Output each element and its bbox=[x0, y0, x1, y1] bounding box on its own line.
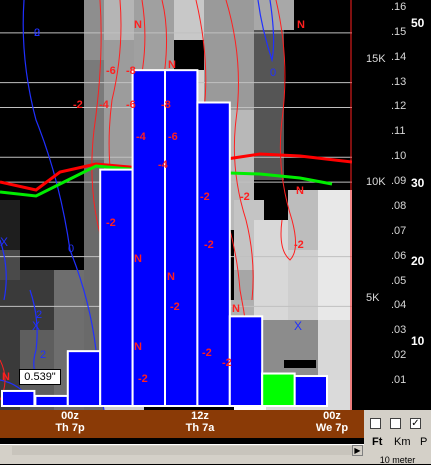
precip-bar-9 bbox=[293, 375, 329, 408]
red-contour-label-10: -4 bbox=[158, 159, 169, 171]
red-contour-label-19: N bbox=[134, 341, 142, 353]
precip-tick-9: .07 bbox=[391, 224, 407, 237]
red-contour-label-23: N bbox=[232, 303, 240, 315]
precip-tick-14: .02 bbox=[391, 349, 407, 362]
cloud-shade-4 bbox=[174, 0, 204, 40]
time-label-2: 12z Th 7a bbox=[185, 410, 215, 434]
checkbox-3[interactable]: ✓ bbox=[410, 418, 421, 429]
red-contour-label-25: N bbox=[2, 371, 10, 383]
pressure-level-label-1: 30 bbox=[411, 176, 425, 190]
meteogram-window: N N -6 -8 -2 -4 -6 -8 -4 -6 -4 -2 -2 -2 N N -2 N N N -2 -2 -2 N… bbox=[0, 0, 431, 465]
meteogram-plot: N N -6 -8 -2 -4 -6 -8 -4 -6 -4 -2 -2 -2 N N -2 N N N -2 -2 -2 N… bbox=[0, 0, 352, 410]
red-contour-label-16: -2 bbox=[204, 239, 214, 251]
precip-tick-5: .11 bbox=[391, 125, 406, 138]
x-marker-0: X bbox=[0, 235, 8, 249]
x-marker-2: X bbox=[294, 319, 302, 333]
cloud-shade-13 bbox=[254, 220, 288, 320]
precip-tick-7: .09 bbox=[391, 175, 407, 188]
precip-bar-5 bbox=[164, 69, 199, 408]
red-contour-label-24: -2 bbox=[202, 347, 212, 359]
height-label-0: 15K bbox=[366, 53, 386, 65]
cloud-shade-2 bbox=[104, 0, 134, 40]
precip-tick-12: .04 bbox=[391, 299, 407, 312]
right-axis: .16 .15 .14 .13 .12 .11 .10 .09 .08 .07 .06 .05 .04.… bbox=[352, 0, 431, 410]
checkbox-1[interactable] bbox=[370, 418, 381, 429]
red-contour-label-2: -6 bbox=[106, 65, 116, 77]
time-label-3: 00z We 7p bbox=[315, 410, 349, 434]
pressure-level-label-0: 50 bbox=[411, 16, 425, 30]
time-label-1: 00z Th 7p bbox=[55, 410, 85, 434]
time-axis: 00z Th 7p 12z Th 7a 00z We 7p bbox=[0, 410, 364, 438]
unit-p-button[interactable]: P bbox=[420, 436, 427, 448]
height-label-2: 5K bbox=[366, 292, 380, 304]
red-contour-label-9: -6 bbox=[168, 131, 178, 143]
checkbox-2[interactable] bbox=[390, 418, 401, 429]
precip-tick-0: .16 bbox=[391, 1, 407, 13]
precip-tick-3: .13 bbox=[391, 75, 407, 88]
cloud-shade-15 bbox=[318, 190, 352, 320]
precip-tick-11: .05 bbox=[391, 274, 407, 287]
red-contour-label-26: -2 bbox=[170, 301, 180, 313]
precip-tick-8: .08 bbox=[391, 199, 407, 212]
precip-tick-15: .01 bbox=[391, 374, 407, 386]
precip-bar-highlight bbox=[261, 372, 296, 408]
x-marker-1: X bbox=[32, 319, 40, 333]
precip-tick-1: .15 bbox=[391, 25, 407, 38]
red-contour-label-13: -2 bbox=[240, 191, 250, 203]
blue-contour-label-2: 2 bbox=[40, 349, 46, 361]
red-contour-label-5: -4 bbox=[99, 99, 110, 111]
red-contour-label-12: -2 bbox=[106, 217, 116, 229]
unit-ft-button[interactable]: Ft bbox=[372, 436, 382, 448]
precip-tick-10: .06 bbox=[391, 249, 407, 262]
meteogram-chart: N N -6 -8 -2 -4 -6 -8 -4 -6 -4 -2 -2 -2 N N -2 N N N -2 -2 -2 N… bbox=[0, 0, 352, 410]
red-contour-label-11: -2 bbox=[200, 191, 210, 203]
precip-bar-1 bbox=[34, 394, 69, 408]
red-contour-label-18: N bbox=[167, 271, 175, 283]
blue-contour-label-4: 0 bbox=[270, 67, 276, 79]
red-contour-label-4: -2 bbox=[73, 99, 83, 111]
cloud-shade-21 bbox=[254, 320, 318, 380]
red-contour-label-15: N bbox=[134, 253, 142, 265]
precip-bar-0 bbox=[1, 389, 36, 407]
red-contour-label-3: -8 bbox=[126, 65, 136, 77]
pressure-level-label-3: 10 bbox=[411, 334, 425, 348]
precip-bar-4 bbox=[131, 69, 167, 408]
blue-contour-label-1: 0 bbox=[68, 243, 74, 255]
scrollbar-track[interactable] bbox=[12, 446, 352, 455]
precip-bar-7 bbox=[228, 315, 264, 408]
red-contour-label-22: -2 bbox=[222, 357, 232, 369]
precip-readout: 0.539" bbox=[19, 369, 61, 385]
cloud-shade-5 bbox=[204, 0, 254, 110]
status-strip bbox=[0, 456, 364, 464]
red-contour-label-7: -8 bbox=[161, 99, 171, 111]
red-contour-label-14: N bbox=[296, 185, 304, 197]
cloud-shade-27 bbox=[0, 250, 20, 280]
red-contour-label-20: -2 bbox=[138, 373, 148, 385]
red-contour-label-8: -4 bbox=[136, 131, 147, 143]
precip-bar-2 bbox=[66, 350, 102, 408]
red-contour-label-17: N bbox=[168, 59, 176, 71]
red-contour-label-1: N bbox=[297, 19, 305, 31]
precip-tick-2: .14 bbox=[391, 50, 407, 63]
precip-bar-3 bbox=[99, 168, 134, 407]
height-label-1: 10K bbox=[366, 176, 386, 188]
red-contour-label-21: -2 bbox=[294, 239, 304, 251]
precip-tick-13: .03 bbox=[391, 324, 407, 337]
scroll-right-button[interactable]: ▶ bbox=[352, 445, 363, 456]
level-footer: 10 meter bbox=[364, 456, 431, 465]
red-contour-label-0: N bbox=[134, 19, 142, 31]
unit-km-button[interactable]: Km bbox=[394, 436, 411, 448]
pressure-level-label-2: 20 bbox=[411, 254, 425, 268]
red-contour-label-6: -6 bbox=[126, 99, 136, 111]
blue-contour-label-3: 2 bbox=[34, 27, 40, 39]
precip-tick-6: .10 bbox=[391, 150, 407, 163]
precip-marker bbox=[284, 360, 316, 368]
precip-tick-4: .12 bbox=[391, 100, 407, 113]
